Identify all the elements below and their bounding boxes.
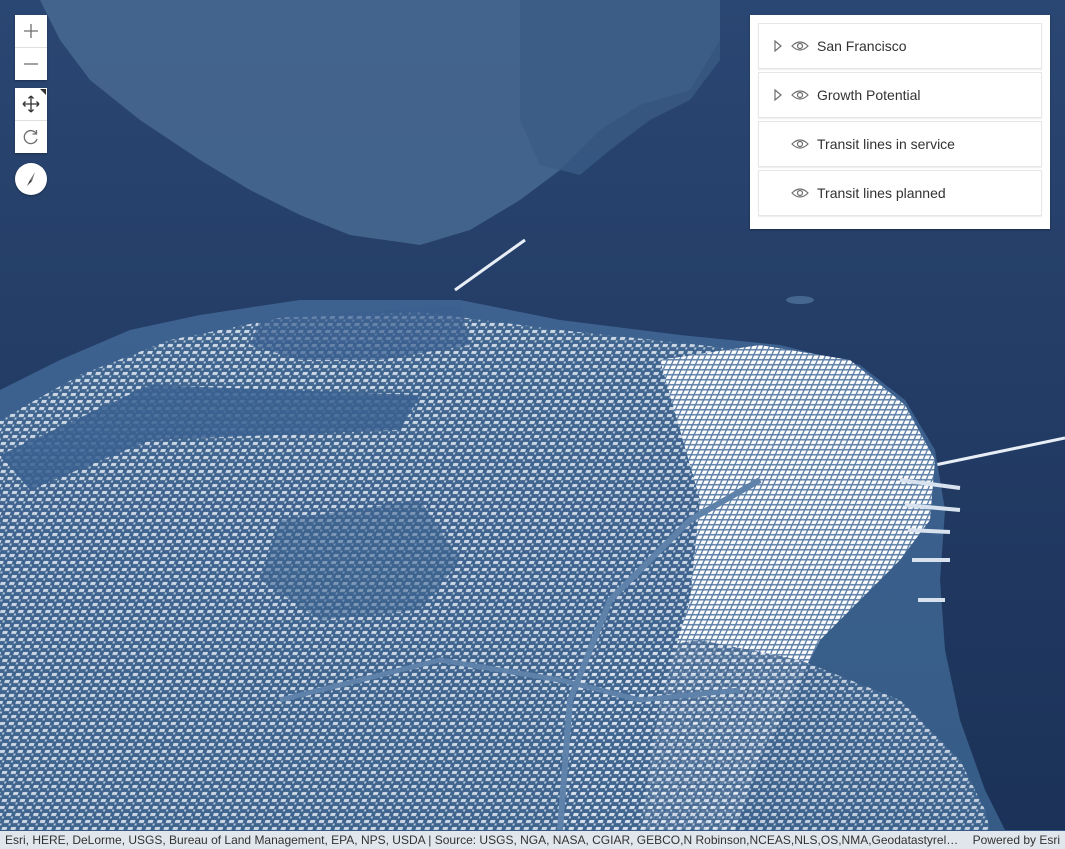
layer-item-growth-potential[interactable]: Growth Potential xyxy=(758,72,1042,118)
visibility-toggle[interactable] xyxy=(791,89,809,101)
powered-by-link[interactable]: Powered by Esri xyxy=(973,833,1060,847)
compass-button[interactable] xyxy=(15,163,47,195)
expand-toggle[interactable] xyxy=(771,40,785,52)
visibility-toggle[interactable] xyxy=(791,187,809,199)
zoom-in-button[interactable] xyxy=(15,15,47,47)
visibility-toggle[interactable] xyxy=(791,40,809,52)
rotate-button[interactable] xyxy=(15,120,47,153)
layer-label: Transit lines planned xyxy=(817,185,946,201)
compass-icon xyxy=(27,172,35,186)
zoom-out-button[interactable] xyxy=(15,47,47,80)
expand-toggle[interactable] xyxy=(771,89,785,101)
navigation-mode-controls xyxy=(15,88,47,153)
zoom-controls xyxy=(15,15,47,80)
layer-list-panel: San Francisco Growth Potential Transit l… xyxy=(750,15,1050,229)
attribution-text[interactable]: Esri, HERE, DeLorme, USGS, Bureau of Lan… xyxy=(5,833,963,847)
eye-icon xyxy=(791,90,809,100)
rotate-icon xyxy=(23,129,38,145)
island xyxy=(786,296,814,304)
eye-icon xyxy=(791,139,809,149)
layer-item-san-francisco[interactable]: San Francisco xyxy=(758,23,1042,69)
caret-right-icon xyxy=(774,89,782,101)
eye-icon xyxy=(791,41,809,51)
layer-label: San Francisco xyxy=(817,38,907,54)
pan-button[interactable] xyxy=(15,88,47,120)
layer-label: Transit lines in service xyxy=(817,136,955,152)
plus-icon xyxy=(24,24,38,38)
eye-icon xyxy=(791,188,809,198)
layer-item-transit-in-service[interactable]: Transit lines in service xyxy=(758,121,1042,167)
pan-move-icon xyxy=(22,95,40,113)
layer-item-transit-planned[interactable]: Transit lines planned xyxy=(758,170,1042,216)
attribution-bar: Esri, HERE, DeLorme, USGS, Bureau of Lan… xyxy=(0,831,1065,849)
visibility-toggle[interactable] xyxy=(791,138,809,150)
minus-icon xyxy=(24,63,38,65)
layer-label: Growth Potential xyxy=(817,87,921,103)
caret-right-icon xyxy=(774,40,782,52)
